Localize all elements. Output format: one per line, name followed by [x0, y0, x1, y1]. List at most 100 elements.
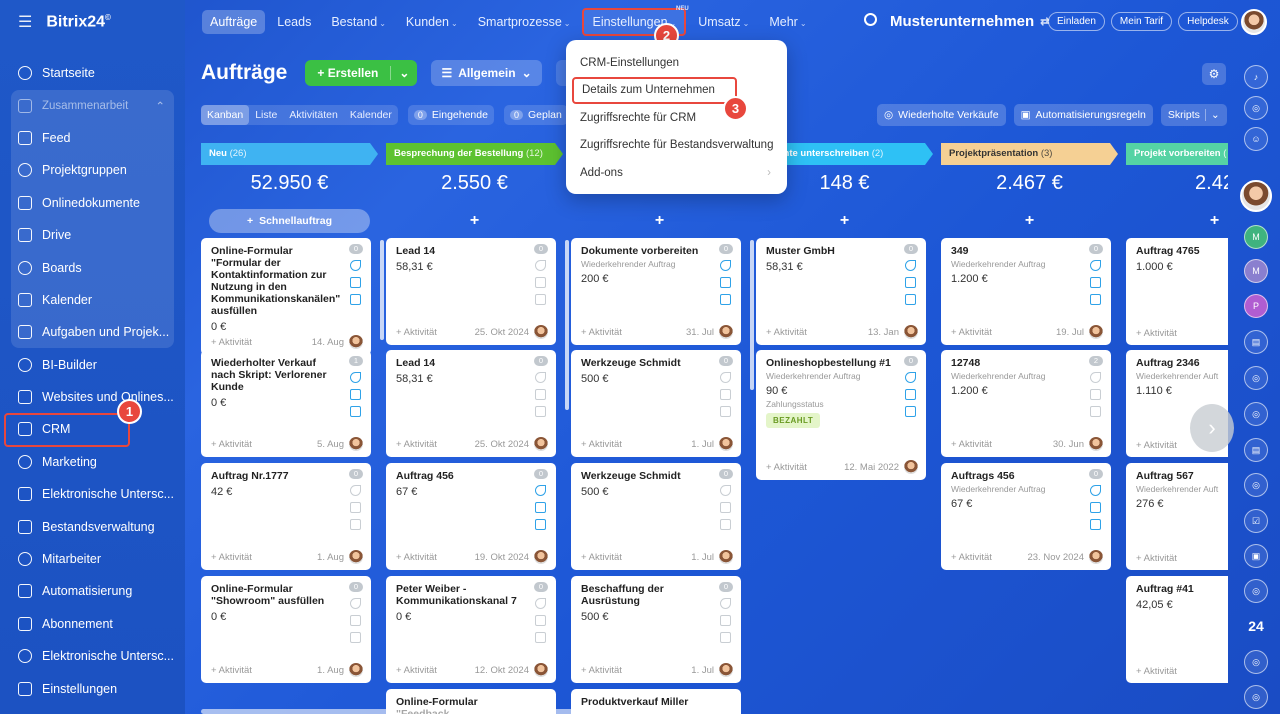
deal-card[interactable]: Beschaffung der Ausrüstung 500 € 0 + Aktivi… — [571, 576, 741, 683]
add-activity-link[interactable]: + Aktivität — [396, 665, 437, 676]
chat-icon[interactable] — [350, 294, 361, 305]
deal-card[interactable]: Peter Weiber - Kommunikationskanal 7 0 € 0… — [386, 576, 556, 683]
task-icon[interactable]: ☑ — [1244, 509, 1268, 533]
add-activity-link[interactable]: + Aktivität — [396, 552, 437, 563]
board-hscrollbar[interactable] — [201, 709, 721, 714]
topnav-item[interactable]: Leads — [269, 10, 319, 34]
add-activity-link[interactable]: + Aktivität — [396, 327, 437, 338]
mail-icon[interactable] — [1090, 389, 1101, 400]
responsible-avatar[interactable] — [719, 663, 733, 677]
open-channel-icon[interactable]: ◎ — [1244, 366, 1268, 390]
open-channel2-icon[interactable]: ◎ — [1244, 402, 1268, 426]
phone-icon[interactable] — [535, 598, 546, 609]
mail-icon[interactable] — [905, 389, 916, 400]
add-activity-link[interactable]: + Aktivität — [581, 665, 622, 676]
deal-card[interactable]: 12748 Wiederkehrender Auftrag 1.200 € 2 + Ak… — [941, 350, 1111, 457]
add-activity-link[interactable]: + Aktivität — [951, 327, 992, 338]
deal-card[interactable]: Auftrags 456 Wiederkehrender Auftrag 67 € 0… — [941, 463, 1111, 570]
create-button[interactable]: + Erstellen ⌄ — [305, 60, 418, 86]
chat-icon[interactable] — [350, 632, 361, 643]
mail-icon[interactable] — [535, 615, 546, 626]
card-title[interactable]: Beschaffung der Ausrüstung — [581, 583, 713, 607]
topnav-item[interactable]: Kunden ⌄ — [398, 10, 466, 34]
responsible-avatar[interactable] — [349, 335, 363, 349]
sidebar-item[interactable]: Aufgaben und Projek... — [0, 316, 185, 348]
column-scrollbar[interactable] — [750, 240, 754, 390]
chat-icon[interactable]: ☺ — [1244, 127, 1268, 151]
sidebar-item[interactable]: Automatisierung — [0, 575, 185, 607]
responsible-avatar[interactable] — [719, 437, 733, 451]
quick-add-button[interactable]: + Schnellauftrag — [209, 209, 370, 233]
planned-counter[interactable]: 0 Geplan — [503, 105, 568, 125]
card-title[interactable]: Lead 14 — [396, 245, 528, 257]
add-activity-link[interactable]: + Aktivität — [1136, 553, 1177, 564]
responsible-avatar[interactable] — [1089, 325, 1103, 339]
add-activity-link[interactable]: + Aktivität — [1136, 328, 1177, 339]
add-activity-link[interactable]: + Aktivität — [766, 327, 807, 338]
sidebar-item[interactable]: Marketing — [0, 446, 185, 478]
topnav-item[interactable]: Smartprozesse ⌄ — [470, 10, 579, 34]
add-activity-link[interactable]: + Aktivität — [211, 665, 252, 676]
responsible-avatar[interactable] — [719, 550, 733, 564]
automation-button[interactable]: ▣ Automatisierungsregeln — [1013, 104, 1153, 126]
column-header[interactable]: Projektpräsentation (3) — [941, 143, 1118, 165]
responsible-avatar[interactable] — [534, 550, 548, 564]
chat-icon[interactable] — [720, 294, 731, 305]
deal-card[interactable]: Auftrag 567 Wiederkehrender Auft 276 € + Ak… — [1126, 463, 1228, 570]
sidebar-item[interactable]: Websites und Onlines... — [0, 381, 185, 413]
tab-list[interactable]: Liste — [249, 105, 283, 125]
channel5-icon[interactable]: ◎ — [1244, 685, 1268, 709]
channel3-icon[interactable]: ◎ — [1244, 579, 1268, 603]
topnav-item[interactable]: Umsatz ⌄ — [690, 10, 757, 34]
mail-icon[interactable] — [535, 502, 546, 513]
chat-icon[interactable] — [1090, 519, 1101, 530]
card-title[interactable]: Auftrag 456 — [396, 470, 528, 482]
deal-card[interactable]: Auftrag 4765 1.000 € + Aktivität — [1126, 238, 1228, 345]
deal-card[interactable]: Auftrag #41 42,05 € + Aktivität24. A — [1126, 576, 1228, 683]
b24-icon[interactable]: 24 — [1244, 614, 1268, 638]
responsible-avatar[interactable] — [904, 325, 918, 339]
phone-icon[interactable] — [350, 372, 361, 383]
topnav-item[interactable]: Mehr ⌄ — [761, 10, 814, 34]
mail-icon[interactable] — [350, 277, 361, 288]
repeat-sales-button[interactable]: ◎ Wiederholte Verkäufe — [877, 104, 1006, 126]
sidebar-item[interactable]: Drive — [0, 219, 185, 251]
company-name[interactable]: Musterunternehmen ⇄ — [890, 13, 1049, 30]
pipeline-select[interactable]: ☰ Allgemein ⌄ — [431, 60, 542, 86]
add-activity-link[interactable]: + Aktivität — [211, 337, 252, 348]
card-title[interactable]: Onlineshopbestellung #1 — [766, 357, 898, 369]
channel-icon[interactable]: ◎ — [1244, 473, 1268, 497]
sidebar-item[interactable]: Elektronische Untersc... — [0, 640, 185, 672]
contact-m-icon[interactable]: M — [1244, 225, 1268, 249]
add-activity-link[interactable]: + Aktivität — [1136, 440, 1177, 451]
responsible-avatar[interactable] — [1089, 437, 1103, 451]
gear-icon[interactable]: ⚙ — [1202, 63, 1226, 85]
app-logo[interactable]: Bitrix24© — [46, 13, 111, 31]
incoming-counter[interactable]: 0 Eingehende — [407, 105, 494, 125]
notes-icon[interactable]: ▤ — [1244, 438, 1268, 462]
mail-icon[interactable] — [720, 615, 731, 626]
mail-icon[interactable] — [1090, 502, 1101, 513]
card-title[interactable]: Dokumente vorbereiten — [581, 245, 713, 257]
chat-icon[interactable] — [535, 519, 546, 530]
card-title[interactable]: Peter Weiber - Kommunikationskanal 7 — [396, 583, 528, 607]
phone-icon[interactable] — [535, 372, 546, 383]
sidebar-item[interactable]: BI-Builder — [0, 349, 185, 381]
mail-icon[interactable] — [535, 389, 546, 400]
deal-card[interactable]: Dokumente vorbereiten Wiederkehrender Auf… — [571, 238, 741, 345]
card-title[interactable]: 12748 — [951, 357, 1083, 369]
phone-icon[interactable] — [535, 485, 546, 496]
deal-card[interactable]: Online-Formular "Formular der Kontaktinf… — [201, 238, 371, 355]
phone-icon[interactable] — [720, 372, 731, 383]
scripts-button[interactable]: Skripts ⌄ — [1160, 104, 1227, 126]
column-header[interactable]: Projekt vorbereiten ( — [1126, 143, 1228, 165]
chat-icon[interactable] — [1090, 406, 1101, 417]
deal-card[interactable]: Auftrag Nr.1777 42 € 0 + Aktivität 1. Aug — [201, 463, 371, 570]
add-activity-link[interactable]: + Aktivität — [211, 552, 252, 563]
column-scrollbar[interactable] — [565, 240, 569, 410]
responsible-avatar[interactable] — [534, 437, 548, 451]
card-title[interactable]: Muster GmbH — [766, 245, 898, 257]
plan-button[interactable]: Mein Tarif — [1110, 12, 1173, 31]
phone-icon[interactable] — [535, 260, 546, 271]
chat-icon[interactable] — [905, 406, 916, 417]
